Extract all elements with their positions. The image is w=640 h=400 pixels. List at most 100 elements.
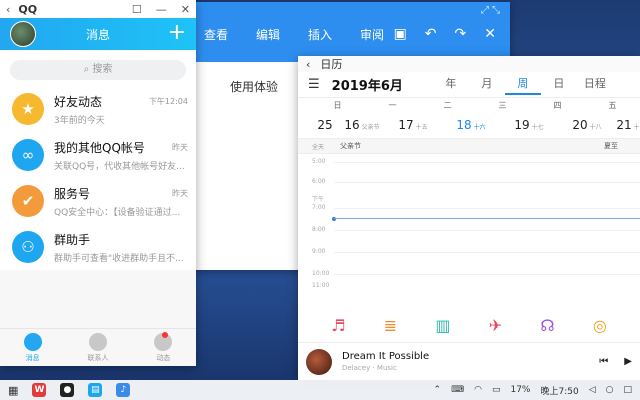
item-name: 群助手 [54, 232, 91, 247]
lunar-label: 十五 [415, 124, 428, 131]
expand-icon[interactable]: ⌃ [434, 385, 442, 395]
recents-nav-icon[interactable]: □ [623, 385, 632, 395]
allday-event[interactable]: 夏至 [604, 141, 618, 151]
item-time: 昨天 [172, 143, 188, 152]
maximize-icon[interactable]: ☐ [132, 3, 142, 16]
weekday: 四 [553, 100, 562, 110]
calendar-header: ☰ 2019年6月 年 月 周 日 日程 [298, 72, 640, 98]
item-sub: 群助手可查看"收进群助手且不... [54, 253, 184, 264]
time-grid[interactable]: 5:00 6:00 下午 7:00 8:00 9:00 10:00 11:00 [298, 154, 640, 289]
month-label: 2019年6月 [331, 79, 403, 94]
weekday: 二 [443, 100, 452, 110]
item-time: 下午12:04 [148, 97, 188, 106]
day-cell[interactable]: 17 十五 [384, 118, 442, 132]
list-item-service[interactable]: ✔ 服务号 QQ安全中心：【设备验证通过... 昨天 [0, 178, 196, 224]
playlist-icon[interactable]: ≣ [384, 316, 397, 335]
tab-messages[interactable]: 消息 [0, 329, 65, 366]
wifi-icon[interactable]: ◠ [474, 385, 482, 395]
search-wrap: ⌕ 搜索 [0, 50, 196, 86]
qq-tabbar: 消息 联系人 动态 [0, 328, 196, 366]
music-app-icon[interactable]: ♪ [116, 383, 131, 397]
tab-insert[interactable]: 插入 [294, 26, 346, 43]
hour-line [334, 162, 640, 163]
qq-window: ‹ QQ ☐ — ✕ 消息 + ⌕ 搜索 ★ 好友动态 3年前的今天 下午12:… [0, 0, 196, 366]
lunar-label: 十七 [531, 124, 544, 131]
qq-header: 消息 + [0, 18, 196, 50]
view-switcher: 年 月 周 日 日程 [433, 75, 613, 95]
qq-title: QQ [18, 2, 38, 16]
hour-label: 10:00 [312, 270, 330, 277]
home-nav-icon[interactable]: ○ [606, 385, 614, 395]
battery-icon[interactable]: ▭ [492, 385, 501, 395]
app-grid-icon[interactable]: ▦ [8, 384, 18, 397]
group-icon: ⚇ [12, 231, 44, 263]
keyboard-icon[interactable]: ⌨ [451, 385, 464, 395]
message-icon [23, 333, 42, 351]
weekday-header: 日 一 二 三 四 五 [298, 98, 640, 112]
headphones-icon[interactable]: ☊ [540, 316, 554, 335]
contact-icon [88, 333, 107, 351]
play-icon[interactable]: ▶ [624, 356, 632, 367]
tab-review[interactable]: 审阅 [346, 26, 398, 43]
save-icon[interactable]: ▣ [394, 26, 407, 42]
tab-edit[interactable]: 编辑 [242, 26, 294, 43]
resize-icon[interactable]: ⤢ ⤡ [481, 5, 500, 16]
lunar-label: 十 [633, 124, 640, 131]
doc-tabs: 查看 编辑 插入 审阅 [190, 26, 398, 43]
chart-icon[interactable]: ▥ [435, 316, 450, 335]
view-year[interactable]: 年 [433, 75, 469, 95]
tab-contacts[interactable]: 联系人 [65, 329, 130, 366]
view-month[interactable]: 月 [469, 75, 505, 95]
clock[interactable]: 晚上7:50 [540, 384, 578, 397]
album-cover[interactable] [306, 348, 332, 375]
list-item-other-accounts[interactable]: ∞ 我的其他QQ帐号 关联QQ号，代收其他帐号好友... 昨天 [0, 132, 196, 178]
hour-line [334, 274, 640, 275]
tab-label: 联系人 [87, 354, 109, 362]
singer-icon[interactable]: ♬ [331, 316, 345, 335]
wps-app-icon[interactable]: W [32, 383, 47, 397]
back-icon[interactable]: ‹ [6, 3, 10, 16]
link-icon: ∞ [12, 139, 44, 171]
day-cell[interactable]: 16 父亲节 [340, 118, 384, 132]
calendar-app-icon[interactable]: ▤ [88, 383, 103, 397]
item-time: 昨天 [172, 189, 188, 198]
qq-app-icon[interactable]: ● [60, 383, 75, 397]
undo-icon[interactable]: ↶ [425, 26, 437, 42]
mv-icon[interactable]: ◎ [593, 316, 607, 335]
view-agenda[interactable]: 日程 [577, 75, 613, 95]
music-player[interactable]: Dream It Possible Delacey · Music ⏮ ▶ [298, 342, 640, 380]
search-input[interactable]: ⌕ 搜索 [10, 60, 186, 80]
item-name: 服务号 [54, 186, 91, 201]
plus-icon[interactable]: + [168, 20, 186, 46]
tab-view[interactable]: 查看 [190, 26, 242, 43]
view-week[interactable]: 周 [504, 75, 541, 95]
day-cell[interactable]: 21 十 [616, 118, 640, 132]
view-day[interactable]: 日 [541, 75, 577, 95]
minimize-icon[interactable]: — [156, 3, 167, 16]
day-cell[interactable]: 19 十七 [500, 118, 558, 132]
redo-icon[interactable]: ↷ [455, 26, 467, 42]
close-icon[interactable]: ✕ [484, 26, 496, 42]
day-cell-today[interactable]: 18 十六 [442, 118, 500, 132]
allday-event[interactable]: 父亲节 [340, 141, 361, 151]
close-icon[interactable]: ✕ [181, 3, 190, 16]
menu-icon[interactable]: ☰ [308, 77, 320, 92]
calendar-title: 日历 [320, 58, 343, 71]
calendar-window: ‹ 日历 ☰ 2019年6月 年 月 周 日 日程 日 一 二 三 四 五 25… [298, 56, 640, 380]
back-icon[interactable]: ‹ [306, 58, 310, 71]
hour-line [334, 252, 640, 253]
day-number: 18 [456, 118, 472, 132]
tab-feed[interactable]: 动态 [131, 329, 196, 366]
shield-icon: ✔ [12, 185, 44, 217]
star-icon: ★ [12, 93, 44, 125]
day-cell[interactable]: 20 十八 [558, 118, 616, 132]
doc-toolbar: ⤢ ⤡ 查看 编辑 插入 审阅 ▣ ↶ ↷ ✕ [150, 2, 510, 62]
day-number: 21 [616, 118, 632, 132]
now-indicator-line [334, 218, 640, 219]
back-nav-icon[interactable]: ◁ [589, 385, 596, 395]
radio-icon[interactable]: ✈ [489, 316, 502, 335]
list-item-group-helper[interactable]: ⚇ 群助手 群助手可查看"收进群助手且不... [0, 224, 196, 270]
previous-icon[interactable]: ⏮ [599, 356, 608, 367]
list-item-friend-feed[interactable]: ★ 好友动态 3年前的今天 下午12:04 [0, 86, 196, 132]
day-cell[interactable]: 25 [310, 118, 340, 132]
